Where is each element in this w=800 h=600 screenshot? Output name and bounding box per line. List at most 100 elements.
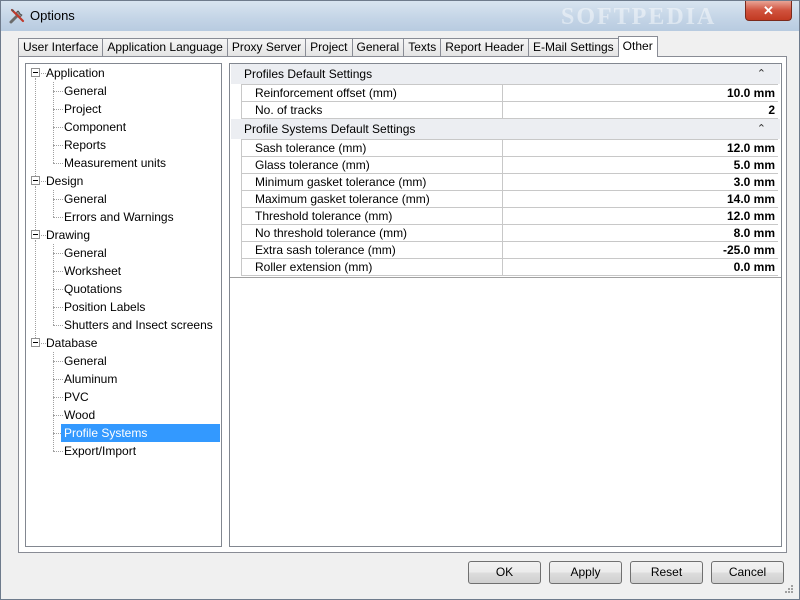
tree-connector (53, 217, 63, 218)
tree-connector (53, 352, 54, 451)
title-bar[interactable]: Options SOFTPEDIA ✕ (1, 1, 799, 31)
property-value[interactable]: 5.0 mm (504, 157, 778, 173)
tree-connector (53, 397, 63, 398)
tab-proxy-server[interactable]: Proxy Server (226, 38, 307, 57)
tree-group-design[interactable]: Design (46, 172, 83, 190)
dialog-client: User Interface Application Language Proxy … (8, 31, 794, 594)
tree-connector (53, 271, 63, 272)
tab-e-mail-settings[interactable]: E-Mail Settings (527, 38, 619, 57)
options-window: Options SOFTPEDIA ✕ User Interface Applic… (0, 0, 800, 600)
property-row[interactable]: Maximum gasket tolerance (mm) 14.0 mm (241, 191, 778, 208)
tree-item-position-labels[interactable]: Position Labels (64, 298, 145, 316)
tree-item-reports[interactable]: Reports (64, 136, 106, 154)
tree-item-shutters-and-insect-screens[interactable]: Shutters and Insect screens (64, 316, 213, 334)
tools-icon (9, 8, 25, 24)
tab-user-interface[interactable]: User Interface (18, 38, 104, 57)
tree-item-worksheet[interactable]: Worksheet (64, 262, 121, 280)
close-button[interactable]: ✕ (745, 1, 792, 21)
close-icon: ✕ (763, 3, 774, 18)
cancel-button[interactable]: Cancel (711, 561, 784, 584)
tree-item-measurement-units[interactable]: Measurement units (64, 154, 166, 172)
property-row[interactable]: No. of tracks 2 (241, 102, 778, 119)
property-value[interactable]: 10.0 mm (504, 85, 778, 101)
property-value[interactable]: 12.0 mm (504, 140, 778, 156)
tree-item-wood[interactable]: Wood (64, 406, 95, 424)
property-name: Sash tolerance (mm) (242, 140, 503, 156)
tree-group-drawing[interactable]: Drawing (46, 226, 90, 244)
category-title: Profiles Default Settings (244, 67, 373, 81)
property-row[interactable]: No threshold tolerance (mm) 8.0 mm (241, 225, 778, 242)
tab-texts[interactable]: Texts (403, 38, 442, 57)
property-value[interactable]: 8.0 mm (504, 225, 778, 241)
resize-grip-icon[interactable] (782, 582, 794, 594)
tree-item-export-import[interactable]: Export/Import (64, 442, 136, 460)
tree-item-quotations[interactable]: Quotations (64, 280, 122, 298)
ok-button[interactable]: OK (468, 561, 541, 584)
tree-connector (53, 145, 63, 146)
property-row[interactable]: Minimum gasket tolerance (mm) 3.0 mm (241, 174, 778, 191)
collapse-icon[interactable] (31, 176, 40, 185)
property-row[interactable]: Sash tolerance (mm) 12.0 mm (241, 139, 778, 157)
tree-item-project[interactable]: Project (64, 100, 101, 118)
property-name: Minimum gasket tolerance (mm) (242, 174, 503, 190)
property-name: Maximum gasket tolerance (mm) (242, 191, 503, 207)
property-row[interactable]: Extra sash tolerance (mm) -25.0 mm (241, 242, 778, 259)
tree-item-profile-systems[interactable]: Profile Systems (61, 424, 220, 442)
tab-strip: User Interface Application Language Proxy … (18, 36, 658, 57)
tree-connector (35, 186, 36, 230)
category-header[interactable]: Profiles Default Settings ⌃ (231, 64, 780, 84)
tree-item-general[interactable]: General (64, 352, 107, 370)
property-name: Reinforcement offset (mm) (242, 85, 503, 101)
property-value[interactable]: -25.0 mm (504, 242, 778, 258)
property-name: Threshold tolerance (mm) (242, 208, 503, 224)
property-row[interactable]: Reinforcement offset (mm) 10.0 mm (241, 84, 778, 102)
collapse-chevron-icon[interactable]: ⌃ (757, 119, 766, 139)
property-row[interactable]: Roller extension (mm) 0.0 mm (241, 259, 778, 276)
collapse-icon[interactable] (31, 338, 40, 347)
tab-project[interactable]: Project (305, 38, 353, 57)
property-name: Extra sash tolerance (mm) (242, 242, 503, 258)
property-row[interactable]: Glass tolerance (mm) 5.0 mm (241, 157, 778, 174)
watermark: SOFTPEDIA (561, 4, 717, 30)
tree-connector (53, 91, 63, 92)
tree-connector (53, 253, 63, 254)
tab-report-header[interactable]: Report Header (440, 38, 529, 57)
tree-connector (53, 82, 54, 163)
tree-connector (53, 190, 54, 217)
property-grid[interactable]: Profiles Default Settings ⌃ Reinforcement … (229, 63, 782, 547)
property-value[interactable]: 2 (504, 102, 778, 118)
apply-button[interactable]: Apply (549, 561, 622, 584)
tab-application-language[interactable]: Application Language (102, 38, 228, 57)
property-value[interactable]: 12.0 mm (504, 208, 778, 224)
grid-bottom-border (230, 277, 781, 278)
tree-item-general[interactable]: General (64, 82, 107, 100)
tree-connector (53, 244, 54, 325)
property-value[interactable]: 14.0 mm (504, 191, 778, 207)
collapse-icon[interactable] (31, 68, 40, 77)
tree-item-general[interactable]: General (64, 190, 107, 208)
collapse-chevron-icon[interactable]: ⌃ (757, 64, 766, 84)
tree-connector (53, 199, 63, 200)
category-title: Profile Systems Default Settings (244, 122, 416, 136)
tree-item-general[interactable]: General (64, 244, 107, 262)
tree-item-component[interactable]: Component (64, 118, 126, 136)
tree-group-database[interactable]: Database (46, 334, 97, 352)
property-name: Roller extension (mm) (242, 259, 503, 275)
settings-tree[interactable]: Application General Project Component Report… (25, 63, 222, 547)
tab-general[interactable]: General (351, 38, 405, 57)
tree-item-aluminum[interactable]: Aluminum (64, 370, 117, 388)
category-header[interactable]: Profile Systems Default Settings ⌃ (231, 119, 780, 139)
tree-connector (53, 379, 63, 380)
tree-connector (53, 289, 63, 290)
window-title: Options (30, 8, 75, 23)
tree-item-errors-and-warnings[interactable]: Errors and Warnings (64, 208, 174, 226)
property-value[interactable]: 3.0 mm (504, 174, 778, 190)
tab-other[interactable]: Other (617, 36, 658, 57)
reset-button[interactable]: Reset (630, 561, 703, 584)
collapse-icon[interactable] (31, 230, 40, 239)
tree-item-pvc[interactable]: PVC (64, 388, 89, 406)
tree-group-application[interactable]: Application (46, 64, 105, 82)
property-value[interactable]: 0.0 mm (504, 259, 778, 275)
property-row[interactable]: Threshold tolerance (mm) 12.0 mm (241, 208, 778, 225)
tree-connector (53, 163, 63, 164)
